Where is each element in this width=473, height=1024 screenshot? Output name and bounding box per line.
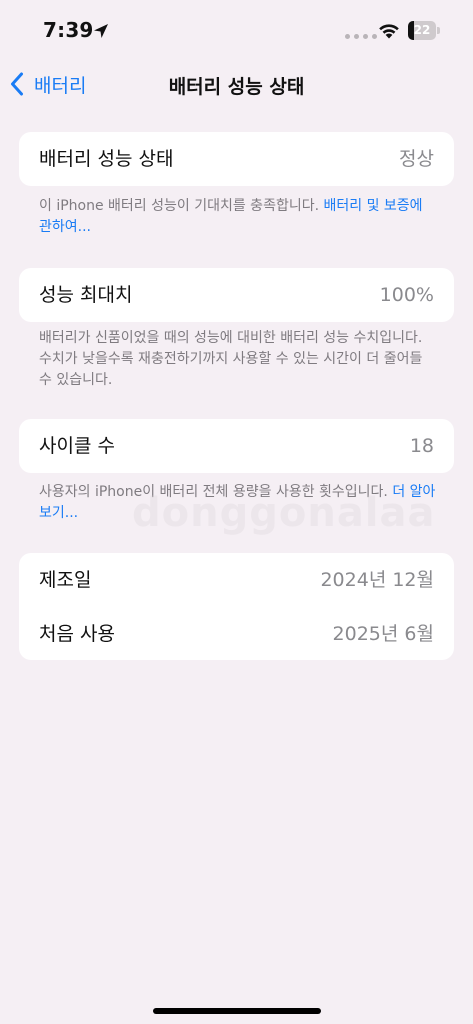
battery-health-value: 정상 bbox=[399, 148, 434, 170]
cycle-count-row: 사이클 수 18 bbox=[19, 419, 454, 473]
wifi-icon bbox=[379, 24, 399, 39]
manufacture-date-row: 제조일 2024년 12월 bbox=[19, 553, 454, 607]
cycle-count-value: 18 bbox=[409, 435, 434, 457]
status-bar: 7:39 22 bbox=[0, 0, 473, 60]
max-capacity-label: 성능 최대치 bbox=[39, 284, 133, 306]
battery-icon: 22 bbox=[408, 21, 440, 40]
battery-level: 22 bbox=[413, 23, 431, 37]
first-use-value: 2025년 6월 bbox=[332, 623, 434, 645]
cycle-count-label: 사이클 수 bbox=[39, 435, 115, 457]
battery-health-label: 배터리 성능 상태 bbox=[39, 148, 174, 170]
navigation-bar: 배터리 배터리 성능 상태 bbox=[0, 62, 473, 106]
signal-dots-icon bbox=[345, 34, 377, 39]
dates-card: 제조일 2024년 12월 처음 사용 2025년 6월 bbox=[19, 553, 454, 660]
manufacture-date-value: 2024년 12월 bbox=[320, 569, 434, 591]
page-title: 배터리 성능 상태 bbox=[168, 76, 305, 98]
manufacture-date-label: 제조일 bbox=[39, 569, 92, 591]
battery-health-footnote-text: 이 iPhone 배터리 성능이 기대치를 충족합니다. bbox=[39, 198, 324, 214]
battery-cap bbox=[437, 27, 440, 34]
battery-health-footnote: 이 iPhone 배터리 성능이 기대치를 충족합니다. 배터리 및 보증에 관… bbox=[39, 196, 439, 238]
watermark: donggonalaa bbox=[132, 490, 436, 536]
first-use-row: 처음 사용 2025년 6월 bbox=[19, 607, 454, 661]
status-time: 7:39 bbox=[43, 18, 94, 42]
cycle-count-card: 사이클 수 18 bbox=[19, 419, 454, 473]
max-capacity-footnote: 배터리가 신품이었을 때의 성능에 대비한 배터리 성능 수치입니다. 수치가 … bbox=[39, 330, 423, 388]
first-use-label: 처음 사용 bbox=[39, 623, 115, 645]
location-arrow-icon bbox=[94, 24, 108, 38]
max-capacity-value: 100% bbox=[379, 284, 434, 306]
battery-body: 22 bbox=[408, 21, 436, 40]
battery-health-card: 배터리 성능 상태 정상 bbox=[19, 132, 454, 186]
home-indicator[interactable] bbox=[153, 1008, 321, 1014]
battery-health-row: 배터리 성능 상태 정상 bbox=[19, 132, 454, 186]
max-capacity-row: 성능 최대치 100% bbox=[19, 268, 454, 322]
max-capacity-card: 성능 최대치 100% bbox=[19, 268, 454, 322]
